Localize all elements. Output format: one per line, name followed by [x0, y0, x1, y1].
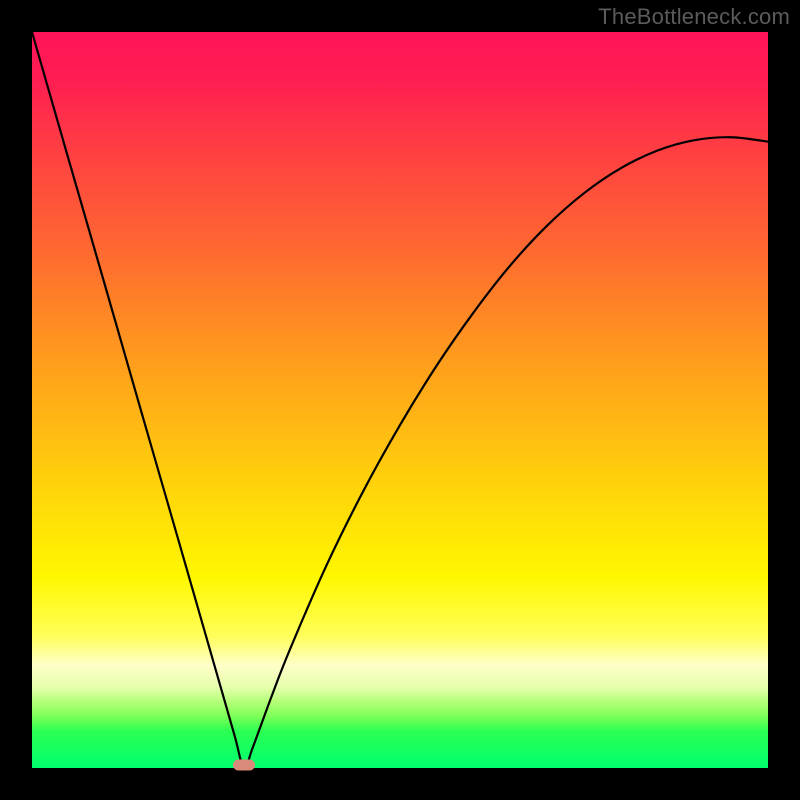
plot-area [32, 32, 768, 768]
chart-frame: TheBottleneck.com [0, 0, 800, 800]
minimum-marker [233, 760, 255, 771]
bottleneck-curve [32, 32, 768, 768]
watermark-text: TheBottleneck.com [598, 4, 790, 30]
